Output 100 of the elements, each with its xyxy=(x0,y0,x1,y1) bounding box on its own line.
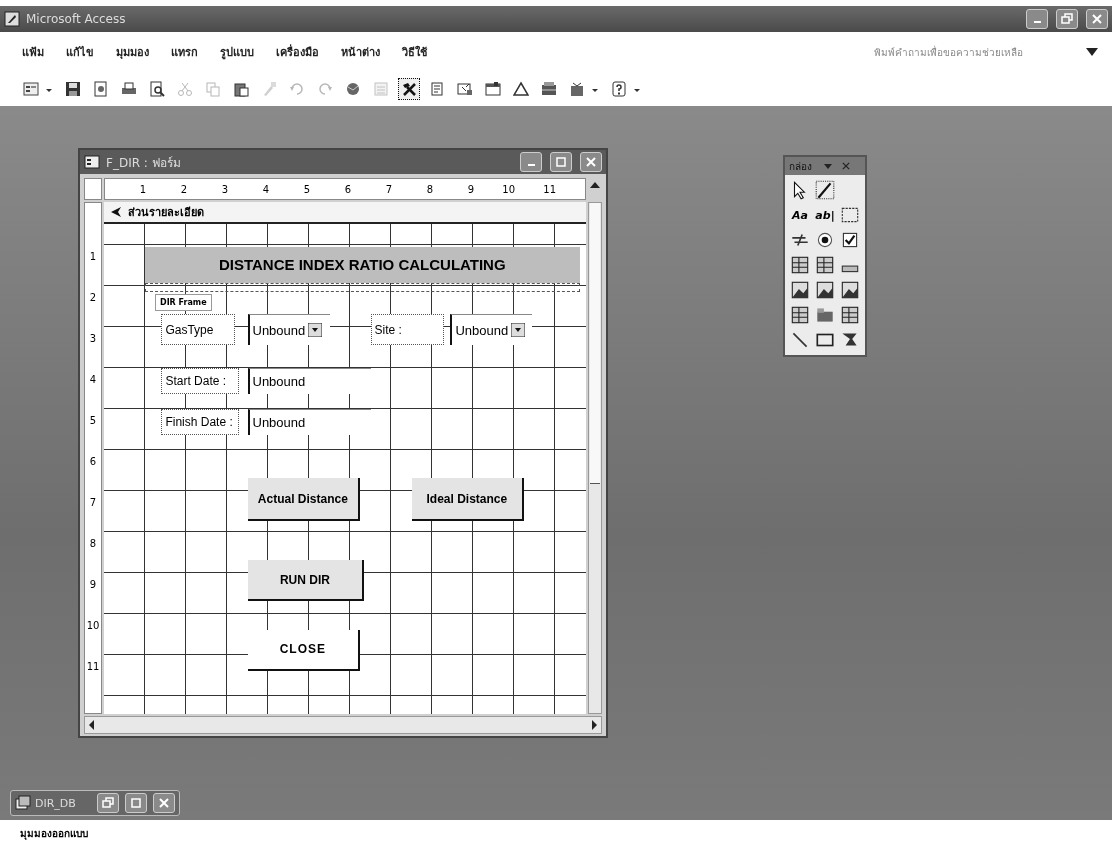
close-button[interactable] xyxy=(153,793,175,813)
close-button[interactable] xyxy=(1086,9,1108,29)
ruler-number: 7 xyxy=(384,183,392,195)
hammer-icon[interactable] xyxy=(401,81,417,97)
frame-label[interactable]: DIR Frame xyxy=(155,293,212,311)
restore-icon xyxy=(102,797,114,809)
grid-icon[interactable] xyxy=(789,304,811,326)
dropdown-arrow-icon xyxy=(308,323,323,338)
help-field[interactable]: พิมพ์คำถามเพื่อขอความช่วยเหลือ xyxy=(874,43,1074,61)
maximize-button[interactable] xyxy=(125,793,147,813)
minimized-window[interactable]: DIR_DB xyxy=(10,790,180,816)
minimize-button[interactable] xyxy=(1026,9,1048,29)
ruler-number: 5 xyxy=(89,414,97,426)
command-button[interactable]: Actual Distance xyxy=(247,478,361,522)
command-button[interactable]: RUN DIR xyxy=(247,560,365,602)
menu-item[interactable]: วิธีใช้ xyxy=(402,43,427,61)
arrow-icon xyxy=(110,206,122,218)
window-title: F_DIR : ฟอร์ม xyxy=(106,154,181,172)
field-label[interactable]: Finish Date : xyxy=(161,408,240,436)
form-icon[interactable] xyxy=(23,81,39,97)
maximize-icon xyxy=(130,797,142,809)
vertical-scrollbar[interactable] xyxy=(588,202,602,714)
tool-button[interactable]: ab| xyxy=(814,204,836,226)
close-icon[interactable] xyxy=(842,162,850,170)
grid-icon[interactable] xyxy=(789,254,811,276)
ruler-number: 8 xyxy=(89,537,97,549)
picture-icon[interactable] xyxy=(839,279,861,301)
ruler-number: 1 xyxy=(89,250,97,262)
field-label[interactable]: GasType xyxy=(161,314,236,345)
ruler-number: 3 xyxy=(220,183,228,195)
section-label: ส่วนรายละเอียด xyxy=(128,205,204,221)
grid-icon[interactable] xyxy=(839,304,861,326)
field-label[interactable]: Start Date : xyxy=(161,367,240,395)
command-button[interactable]: CLOSE xyxy=(247,629,361,671)
frame-outline[interactable] xyxy=(145,283,580,292)
menu-item[interactable]: รูปแบบ xyxy=(220,43,254,61)
printer-icon[interactable] xyxy=(121,81,137,97)
menu-item[interactable]: มุมมอง xyxy=(116,43,149,61)
picture-icon[interactable] xyxy=(814,279,836,301)
menu-item[interactable]: แฟ้ม xyxy=(22,43,44,61)
restore-icon xyxy=(1061,13,1073,25)
page-icon[interactable] xyxy=(93,81,109,97)
grid-icon[interactable] xyxy=(814,254,836,276)
ruler-number: 10 xyxy=(86,619,100,631)
ruler-number: 9 xyxy=(89,578,97,590)
close-icon xyxy=(1091,13,1103,25)
database-icon xyxy=(15,795,31,811)
minimize-button[interactable] xyxy=(520,152,542,172)
floppy-icon[interactable] xyxy=(65,81,81,97)
close-button[interactable] xyxy=(580,152,602,172)
ruler-number: 7 xyxy=(89,496,97,508)
tool-button[interactable]: Aa xyxy=(789,204,811,226)
minimize-icon xyxy=(1033,21,1041,23)
panel-title: กล่อง xyxy=(789,159,812,174)
window-icon[interactable] xyxy=(485,81,501,97)
combo-box[interactable]: Unbound xyxy=(450,314,533,345)
maximize-button[interactable] xyxy=(550,152,572,172)
ruler-number: 4 xyxy=(89,373,97,385)
section-header[interactable]: ส่วนรายละเอียด xyxy=(104,202,586,224)
form-icon xyxy=(84,154,100,170)
magnifier-icon[interactable] xyxy=(149,81,165,97)
ruler-number: 11 xyxy=(542,183,556,195)
clipboard-icon[interactable] xyxy=(233,81,249,97)
status-text: มุมมองออกแบบ xyxy=(20,827,88,841)
help-icon[interactable] xyxy=(611,81,627,97)
ruler-number: 1 xyxy=(138,183,146,195)
ruler-number: 11 xyxy=(86,660,100,672)
ruler-number: 4 xyxy=(261,183,269,195)
form-selector[interactable] xyxy=(84,178,102,200)
ruler-number: 6 xyxy=(89,455,97,467)
combo-box[interactable]: Unbound xyxy=(247,314,330,345)
menu-item[interactable]: แก้ไข xyxy=(66,43,94,61)
ruler-number: 6 xyxy=(343,183,351,195)
restore-button[interactable] xyxy=(97,793,119,813)
ruler-number: 5 xyxy=(302,183,310,195)
ruler-number: 10 xyxy=(501,183,515,195)
ruler-number: 3 xyxy=(89,332,97,344)
horizontal-scrollbar[interactable] xyxy=(84,716,602,734)
command-button[interactable]: Ideal Distance xyxy=(411,478,525,522)
field-label[interactable]: Site : xyxy=(370,314,445,345)
ruler-number: 2 xyxy=(89,291,97,303)
sheet-icon[interactable] xyxy=(429,81,445,97)
picture-icon[interactable] xyxy=(789,279,811,301)
ruler-number: 9 xyxy=(466,183,474,195)
minimize-icon xyxy=(527,164,535,166)
text-box[interactable]: Unbound xyxy=(247,367,371,395)
text-box[interactable]: Unbound xyxy=(247,408,371,436)
form-title-label[interactable]: DISTANCE INDEX RATIO CALCULATING xyxy=(145,246,580,284)
ruler-number: 2 xyxy=(179,183,187,195)
menu-item[interactable]: หน้าต่าง xyxy=(341,43,380,61)
window-title: Microsoft Access xyxy=(26,12,126,26)
dropdown-arrow-icon xyxy=(511,323,526,338)
close-icon xyxy=(585,156,597,168)
menu-item[interactable]: เครื่องมือ xyxy=(276,43,319,61)
window-title: DIR_DB xyxy=(35,796,76,810)
restore-button[interactable] xyxy=(1056,9,1078,29)
caret-icon[interactable] xyxy=(1086,48,1098,56)
close-icon xyxy=(158,797,170,809)
menu-item[interactable]: แทรก xyxy=(171,43,198,61)
triangle-icon[interactable] xyxy=(513,81,529,97)
